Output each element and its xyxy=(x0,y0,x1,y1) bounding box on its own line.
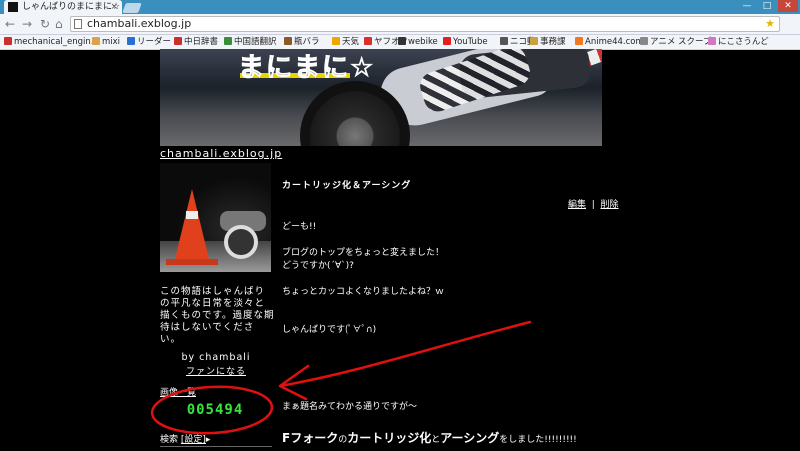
post-title: カートリッジ化＆アーシング xyxy=(282,181,412,191)
site-url-link[interactable]: chambali.exblog.jp xyxy=(160,147,282,160)
sidebar-divider xyxy=(160,446,272,447)
search-settings-link[interactable]: [設定] xyxy=(181,435,206,445)
bookmark-label: webike xyxy=(408,37,438,47)
bookmark-favicon-icon xyxy=(4,37,12,45)
bookmark-item[interactable]: 瓶バラ xyxy=(284,36,320,48)
post-line: ちょっとカッコよくなりましたよね？ｗ xyxy=(282,287,445,297)
bookmark-label: YouTube xyxy=(453,37,488,47)
maximize-button[interactable]: □ xyxy=(758,0,776,12)
headline-part: をしました!!!!!!!!! xyxy=(499,435,577,445)
bookmark-favicon-icon xyxy=(398,37,406,45)
browser-titlebar: しゃんばりのまにまに☆ × — □ ✕ xyxy=(0,0,800,14)
bookmark-label: リーダー xyxy=(137,37,172,47)
tab-close-icon[interactable]: × xyxy=(110,0,118,14)
post-line: どうですか(´∀`)? xyxy=(282,261,354,271)
bookmark-favicon-icon xyxy=(500,37,508,45)
headline-part: の xyxy=(338,435,348,445)
bookmark-label: にこさうんど xyxy=(718,37,769,47)
bookmark-item[interactable]: Anime44.com xyxy=(575,36,644,48)
post-line: しゃんばりです(ﾟ∀ﾟ∩) xyxy=(282,325,377,335)
traffic-cone-icon xyxy=(174,189,210,263)
bookmark-label: アニメ スクープ xyxy=(650,37,712,47)
headline-part: Fフォーク xyxy=(282,431,339,445)
back-arrow-icon[interactable]: ← xyxy=(5,16,15,32)
bookmark-favicon-icon xyxy=(224,37,232,45)
page-icon xyxy=(74,19,82,29)
post-line: ブログのトップをちょっと変えました！ xyxy=(282,248,445,258)
bookmark-label: 瓶バラ xyxy=(294,37,320,47)
bookmark-favicon-icon xyxy=(284,37,292,45)
bookmark-label: 中国語翻訳 xyxy=(234,37,277,47)
bookmark-item[interactable]: 天気 xyxy=(332,36,359,48)
post-actions: 編集 | 削除 xyxy=(568,197,619,210)
bookmark-item[interactable]: mechanical_engin… xyxy=(4,36,99,48)
bookmark-favicon-icon xyxy=(530,37,538,45)
become-fan-link[interactable]: ファンになる xyxy=(160,364,272,377)
tab-favicon-icon xyxy=(8,2,18,12)
access-counter: 005494 xyxy=(186,402,244,418)
close-window-button[interactable]: ✕ xyxy=(778,0,798,12)
bookmark-item[interactable]: 中国語翻訳 xyxy=(224,36,277,48)
bookmark-label: mixi xyxy=(102,37,121,47)
bookmark-label: 天気 xyxy=(342,37,360,47)
blog-header-title: まにまに☆ xyxy=(237,53,376,84)
post-line: まぁ題名みてわかる通りですが〜 xyxy=(282,402,418,412)
bike-wheel-shape xyxy=(224,225,258,259)
bookmark-label: mechanical_engin… xyxy=(14,37,100,47)
profile-image xyxy=(160,163,271,272)
bookmark-item[interactable]: webike xyxy=(398,36,438,48)
address-bar[interactable]: chambali.exblog.jp ★ xyxy=(70,16,780,32)
bookmark-item[interactable]: リーダー xyxy=(127,36,171,48)
search-arrow-icon: ▸ xyxy=(205,435,211,445)
delete-link[interactable]: 削除 xyxy=(601,200,619,210)
bookmark-item[interactable]: YouTube xyxy=(443,36,488,48)
forward-arrow-icon[interactable]: → xyxy=(22,16,32,32)
bookmark-favicon-icon xyxy=(708,37,716,45)
url-text: chambali.exblog.jp xyxy=(87,17,192,30)
bookmark-favicon-icon xyxy=(332,37,340,45)
bookmark-favicon-icon xyxy=(575,37,583,45)
bookmark-favicon-icon xyxy=(640,37,648,45)
bookmarks-bar: mechanical_engin… mixi リーダー 中日辞書 中国語翻訳 瓶バラ 天気ヤ… xyxy=(0,35,800,50)
reload-icon[interactable]: ↻ xyxy=(40,16,50,32)
bookmark-favicon-icon xyxy=(443,37,451,45)
headline-part: と xyxy=(431,435,441,445)
bookmark-label: 事務課 xyxy=(540,37,566,47)
headline-part: アーシング xyxy=(440,431,500,445)
bookmark-favicon-icon xyxy=(92,37,100,45)
tab-title: しゃんばりのまにまに☆ xyxy=(22,2,121,12)
new-tab-button[interactable] xyxy=(122,3,142,13)
post-headline: Fフォークのカートリッジ化とアーシングをしました!!!!!!!!! xyxy=(282,429,577,446)
bookmark-favicon-icon xyxy=(174,37,182,45)
action-separator: | xyxy=(591,200,595,210)
bookmark-favicon-icon xyxy=(364,37,372,45)
bookmark-label: Anime44.com xyxy=(585,37,644,47)
blog-header-image: まにまに☆ xyxy=(160,49,602,146)
bookmark-favicon-icon xyxy=(127,37,135,45)
search-label: 検索 [設定]▸ xyxy=(160,432,210,445)
browser-tab[interactable]: しゃんばりのまにまに☆ × xyxy=(4,0,122,14)
bookmark-item[interactable]: mixi xyxy=(92,36,120,48)
cone-stripe xyxy=(186,211,198,219)
bookmark-item[interactable]: アニメ スクープ xyxy=(640,36,712,48)
edit-link[interactable]: 編集 xyxy=(568,200,586,210)
bookmark-item[interactable]: 事務課 xyxy=(530,36,566,48)
post-line: どーも!! xyxy=(282,222,317,232)
bookmark-item[interactable]: 中日辞書 xyxy=(174,36,218,48)
bookmark-item[interactable]: にこさうんど xyxy=(708,36,769,48)
cone-base xyxy=(166,259,218,265)
home-icon[interactable]: ⌂ xyxy=(55,16,63,32)
minimize-button[interactable]: — xyxy=(738,0,756,12)
browser-toolbar: ← → ↻ ⌂ chambali.exblog.jp ★ ≡ xyxy=(0,14,800,44)
profile-bio: この物語はしゃんばりの平凡な日常を淡々と描くものです。過度な期待はしないでくださ… xyxy=(160,286,275,345)
author-byline: by chambali xyxy=(181,352,251,363)
search-heading: 検索 xyxy=(160,435,179,445)
bookmark-star-icon[interactable]: ★ xyxy=(765,17,775,31)
bookmark-label: 中日辞書 xyxy=(184,37,219,47)
headline-part: カートリッジ化 xyxy=(347,431,432,445)
